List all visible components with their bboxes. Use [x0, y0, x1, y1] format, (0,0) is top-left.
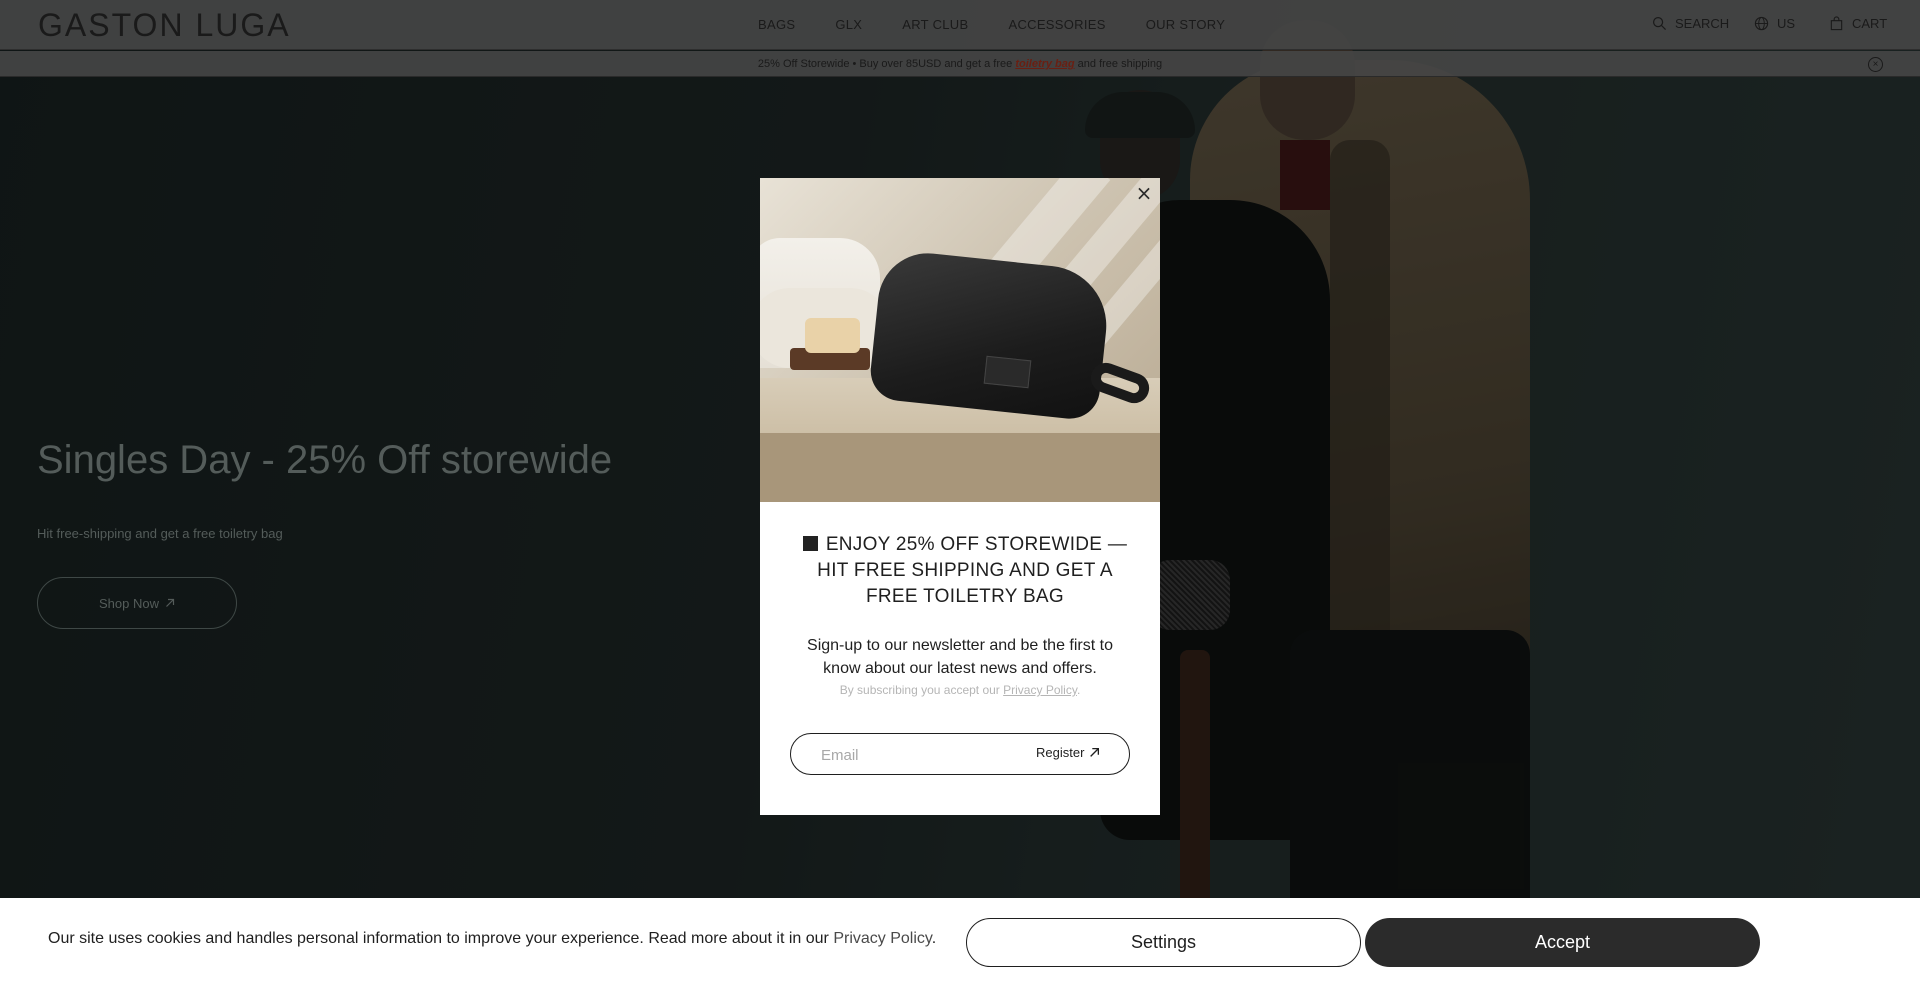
- cookie-message: Our site uses cookies and handles person…: [48, 930, 936, 948]
- cart-label: CART: [1852, 16, 1888, 31]
- toiletry-bag-image: [760, 178, 1160, 502]
- announcement-bar: 25% Off Storewide • Buy over 85USD and g…: [0, 51, 1920, 77]
- cookie-accept-button[interactable]: Accept: [1365, 918, 1760, 967]
- email-field[interactable]: [821, 744, 1021, 766]
- toiletry-pouch-label: [983, 355, 1032, 389]
- nav-item-bags[interactable]: BAGS: [758, 17, 795, 32]
- toiletry-pouch: [867, 248, 1113, 422]
- shop-now-label: Shop Now: [99, 595, 159, 611]
- cookie-privacy-link[interactable]: Privacy Policy: [833, 930, 931, 947]
- announcement-text: 25% Off Storewide • Buy over 85USD and g…: [757, 58, 1016, 70]
- modal-description: Sign-up to our newsletter and be the fir…: [807, 637, 1113, 677]
- privacy-policy-link[interactable]: Privacy Policy: [1003, 683, 1077, 697]
- register-label: Register: [1036, 745, 1085, 760]
- soap-bar: [805, 318, 860, 353]
- nav-item-accessories[interactable]: ACCESSORIES: [1008, 17, 1105, 32]
- hero-subtitle: Hit free-shipping and get a free toiletr…: [37, 526, 283, 541]
- nav-item-art-club[interactable]: ART CLUB: [902, 17, 968, 32]
- search-label: SEARCH: [1675, 16, 1730, 31]
- site-header: GASTON LUGA BAGS GLX ART CLUB ACCESSORIE…: [0, 0, 1920, 50]
- shop-now-button[interactable]: Shop Now: [37, 577, 237, 629]
- arrow-up-right-icon: [1090, 747, 1100, 757]
- close-modal-icon[interactable]: ×: [1135, 183, 1153, 203]
- register-button[interactable]: Register: [1036, 745, 1100, 760]
- region-selector[interactable]: US: [1754, 16, 1795, 31]
- modal-heading-text: ENJOY 25% OFF STOREWIDE — HIT FREE SHIPP…: [817, 534, 1128, 607]
- brand-logo[interactable]: GASTON LUGA: [38, 7, 291, 44]
- cookie-settings-button[interactable]: Settings: [966, 918, 1361, 967]
- privacy-note: By subscribing you accept our Privacy Po…: [760, 683, 1160, 697]
- modal-heading: ENJOY 25% OFF STOREWIDE — HIT FREE SHIPP…: [790, 532, 1140, 610]
- globe-icon: [1754, 16, 1769, 31]
- cookie-banner: Our site uses cookies and handles person…: [0, 898, 1920, 993]
- nav-item-our-story[interactable]: OUR STORY: [1146, 17, 1226, 32]
- search-button[interactable]: SEARCH: [1652, 16, 1729, 31]
- privacy-note-text: By subscribing you accept our: [839, 683, 1004, 697]
- search-icon: [1652, 16, 1667, 31]
- arrow-up-right-icon: [166, 598, 175, 607]
- newsletter-modal: × ENJOY 25% OFF STOREWIDE — HIT FREE SHI…: [760, 178, 1160, 815]
- cookie-message-text: Our site uses cookies and handles person…: [48, 930, 834, 947]
- close-announcement-icon[interactable]: ×: [1868, 57, 1883, 72]
- stone-ledge-front: [760, 433, 1160, 502]
- shopping-bag-icon: [1830, 16, 1843, 31]
- privacy-note-end: .: [1076, 683, 1081, 697]
- region-label: US: [1777, 16, 1796, 31]
- announcement-link[interactable]: toiletry bag: [1015, 58, 1074, 70]
- cart-button[interactable]: CART: [1829, 16, 1887, 31]
- hero-title: Singles Day - 25% Off storewide: [37, 438, 613, 482]
- main-nav: BAGS GLX ART CLUB ACCESSORIES OUR STORY: [758, 17, 1225, 32]
- announcement-text-end: and free shipping: [1074, 58, 1163, 70]
- newsletter-form: Register: [790, 733, 1130, 775]
- nav-item-glx[interactable]: GLX: [835, 17, 862, 32]
- cookie-message-end: .: [931, 930, 937, 947]
- square-bullet-icon: [802, 536, 818, 551]
